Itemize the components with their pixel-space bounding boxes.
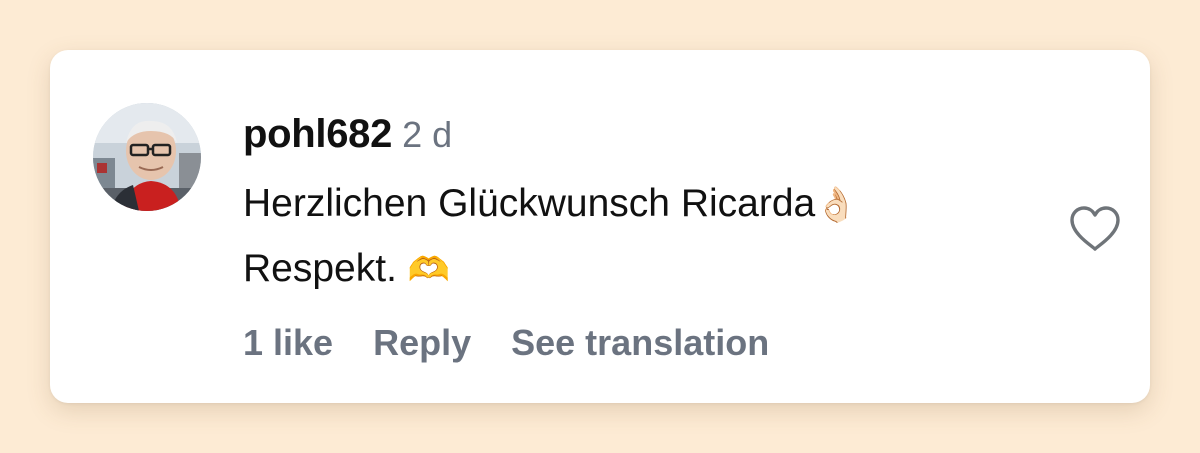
avatar-image <box>93 103 201 211</box>
comment-line-2: Respekt. 🫶 <box>243 237 1043 302</box>
comment-text-part-2: Respekt. <box>243 247 408 291</box>
comment-text-part-1: Herzlichen Glückwunsch Ricarda <box>243 182 816 225</box>
comment-line-1: Herzlichen Glückwunsch Ricarda👌🏻 <box>243 172 1043 237</box>
ok-hand-emoji: 👌🏻 <box>815 186 858 225</box>
see-translation-button[interactable]: See translation <box>511 322 769 364</box>
heart-hands-emoji: 🫶 <box>407 251 451 290</box>
comment-card: pohl682 2 d Herzlichen Glückwunsch Ricard… <box>50 50 1150 403</box>
username[interactable]: pohl682 <box>243 112 392 156</box>
heart-outline-icon <box>1070 206 1120 251</box>
comment-actions: 1 like Reply See translation <box>243 322 809 364</box>
likes-count[interactable]: 1 like <box>243 322 333 364</box>
timestamp: 2 d <box>402 114 453 155</box>
comment-header: pohl682 2 d <box>243 112 452 157</box>
reply-button[interactable]: Reply <box>373 322 471 364</box>
user-avatar[interactable] <box>93 103 201 211</box>
like-button[interactable] <box>1068 205 1122 253</box>
comment-text: Herzlichen Glückwunsch Ricarda👌🏻 Respekt… <box>243 172 1043 302</box>
